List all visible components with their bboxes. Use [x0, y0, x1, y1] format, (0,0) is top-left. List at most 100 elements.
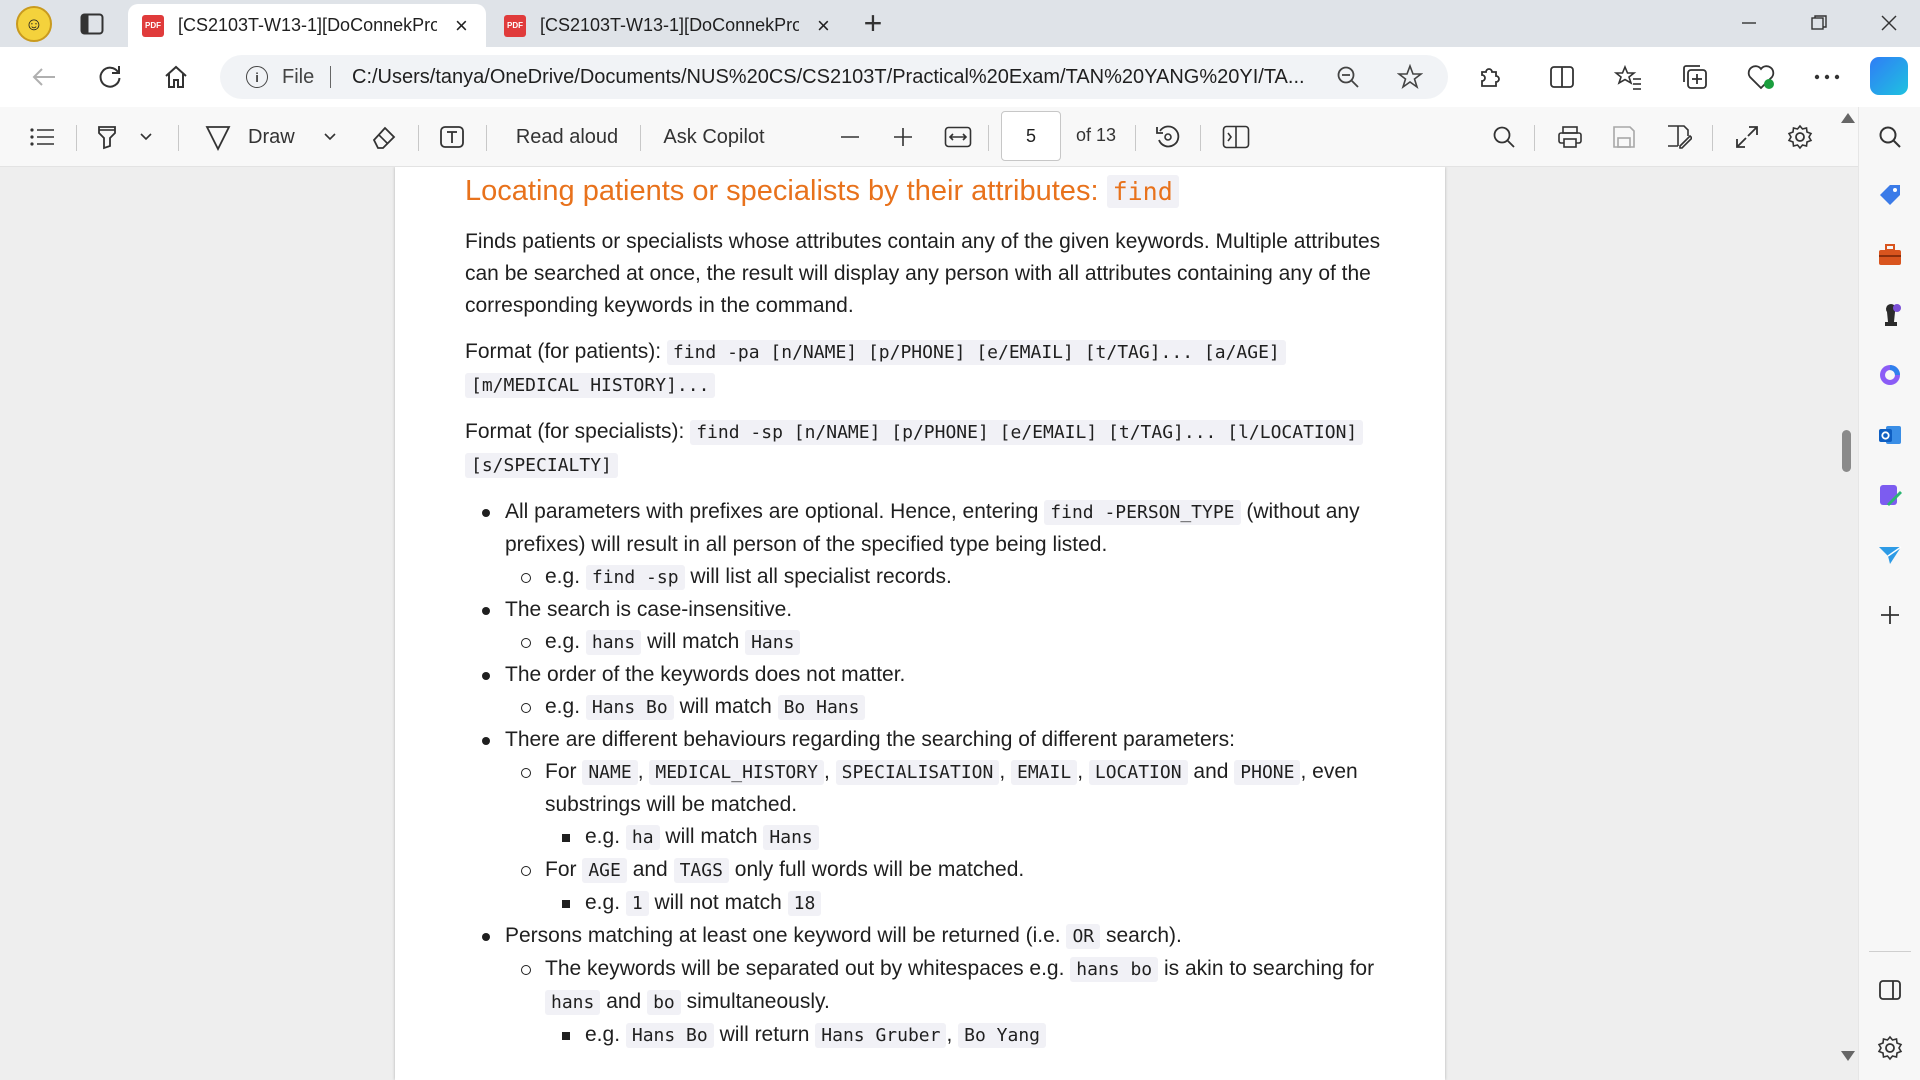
zoom-in-icon[interactable]: [887, 121, 919, 153]
home-button[interactable]: [160, 61, 192, 93]
address-separator: [330, 66, 331, 88]
text: is akin to searching for: [1158, 957, 1375, 980]
separator: [178, 125, 179, 151]
chevron-down-icon[interactable]: [320, 121, 340, 153]
refresh-button[interactable]: [94, 61, 126, 93]
text: will match: [659, 825, 764, 848]
list-item: The search is case-insensitive. e.g. han…: [482, 594, 1385, 659]
extensions-icon[interactable]: [1474, 61, 1506, 93]
favorite-star-icon[interactable]: [1396, 63, 1424, 91]
designer-icon[interactable]: [1874, 479, 1906, 511]
sidebar-settings-icon[interactable]: [1874, 1032, 1906, 1064]
close-tab-icon[interactable]: ×: [813, 13, 834, 39]
add-icon[interactable]: [1874, 599, 1906, 631]
scheme-label: File: [282, 66, 315, 88]
more-options-icon[interactable]: [1811, 61, 1843, 93]
minimize-button[interactable]: [1726, 8, 1772, 38]
close-window-button[interactable]: [1866, 8, 1912, 38]
back-button[interactable]: [28, 61, 60, 93]
ask-copilot-button[interactable]: Ask Copilot: [658, 121, 770, 153]
full-screen-icon[interactable]: [1731, 121, 1763, 153]
games-chess-icon[interactable]: [1874, 299, 1906, 331]
separator: [76, 125, 77, 151]
chevron-down-icon[interactable]: [136, 121, 156, 153]
inline-code: MEDICAL_HISTORY: [649, 760, 824, 785]
format-code: find -sp [n/NAME] [p/PHONE] [e/EMAIL] [t…: [690, 420, 1364, 445]
settings-icon[interactable]: [1784, 121, 1816, 153]
save-as-icon[interactable]: [1663, 121, 1695, 153]
text: Persons matching at least one keyword wi…: [505, 924, 1067, 947]
address-bar[interactable]: i File C:/Users/tanya/OneDrive/Documents…: [220, 55, 1448, 99]
format-specialists: Format (for specialists): find -sp [n/NA…: [465, 416, 1385, 482]
collections-icon[interactable]: [1679, 61, 1711, 93]
info-icon[interactable]: i: [246, 66, 268, 88]
rotate-icon[interactable]: [1152, 121, 1184, 153]
read-aloud-button[interactable]: Read aloud: [508, 121, 626, 153]
text: and: [600, 990, 648, 1013]
tab-actions-icon[interactable]: [78, 11, 106, 37]
text-box-icon[interactable]: [436, 121, 468, 153]
favorites-icon[interactable]: [1612, 61, 1644, 93]
zoom-out-icon[interactable]: [834, 121, 866, 153]
page-content: Locating patients or specialists by thei…: [465, 167, 1385, 1052]
inline-code: ha: [625, 825, 660, 850]
inline-code: Hans: [745, 630, 801, 655]
format-label: Format (for patients):: [465, 340, 667, 363]
inline-code: 1: [625, 891, 649, 916]
print-icon[interactable]: [1554, 121, 1586, 153]
outlook-icon[interactable]: [1874, 419, 1906, 451]
hide-sidebar-icon[interactable]: [1874, 974, 1906, 1006]
sidebar-divider: [1869, 951, 1911, 952]
eraser-icon[interactable]: [368, 121, 400, 153]
close-tab-icon[interactable]: ×: [451, 13, 472, 39]
list-item: For NAME, MEDICAL_HISTORY, SPECIALISATIO…: [521, 756, 1385, 854]
contents-icon[interactable]: [26, 121, 58, 153]
tools-briefcase-icon[interactable]: [1874, 239, 1906, 271]
tab-title: [CS2103T-W13-1][DoConnekPro] (1).pdf: [178, 15, 437, 35]
copilot-icon[interactable]: [1870, 57, 1908, 95]
browser-essentials-icon[interactable]: [1745, 61, 1777, 93]
page-view-icon[interactable]: [1220, 121, 1252, 153]
url-text[interactable]: C:/Users/tanya/OneDrive/Documents/NUS%20…: [352, 66, 1352, 89]
inline-code: find -sp: [585, 565, 685, 590]
text: There are different behaviours regarding…: [505, 728, 1235, 751]
list-item: e.g. find -sp will list all specialist r…: [521, 561, 1385, 594]
tab-pdf-1[interactable]: PDF [CS2103T-W13-1][DoConnekPro] (1).pdf…: [128, 4, 486, 47]
text: For: [545, 858, 583, 881]
send-icon[interactable]: [1874, 539, 1906, 571]
inline-code: 18: [787, 891, 822, 916]
save-icon[interactable]: [1608, 121, 1640, 153]
draw-label: Draw: [248, 125, 295, 148]
text: e.g.: [545, 565, 586, 588]
highlight-icon[interactable]: [92, 121, 122, 153]
new-tab-button[interactable]: +: [857, 7, 889, 40]
text: will match: [673, 695, 778, 718]
split-screen-icon[interactable]: [1546, 61, 1578, 93]
tab-pdf-2[interactable]: PDF [CS2103T-W13-1][DoConnekPro] (2).pdf…: [490, 4, 848, 47]
text: All parameters with prefixes are optiona…: [505, 500, 1045, 523]
inline-code: PHONE: [1234, 760, 1301, 785]
list-item: e.g. Hans Bo will return Hans Gruber, Bo…: [562, 1019, 1385, 1052]
text: will list all specialist records.: [684, 565, 952, 588]
text: simultaneously.: [680, 990, 830, 1013]
profile-avatar[interactable]: ☺: [16, 6, 52, 42]
microsoft-365-icon[interactable]: [1874, 359, 1906, 391]
vertical-scrollbar[interactable]: [1836, 107, 1858, 1080]
fit-width-icon[interactable]: [942, 121, 974, 153]
format-code: [s/SPECIALTY]: [465, 453, 618, 478]
scroll-up-arrow[interactable]: [1841, 113, 1855, 123]
format-patients: Format (for patients): find -pa [n/NAME]…: [465, 336, 1385, 402]
zoom-icon[interactable]: [1334, 63, 1362, 91]
search-icon[interactable]: [1488, 121, 1520, 153]
scroll-down-arrow[interactable]: [1841, 1051, 1855, 1061]
text: e.g.: [585, 1023, 626, 1046]
text: The order of the keywords does not matte…: [505, 663, 906, 686]
restore-button[interactable]: [1796, 8, 1842, 38]
list-item: e.g. ha will match Hans: [562, 821, 1385, 854]
search-icon[interactable]: [1874, 121, 1906, 153]
pdf-viewer[interactable]: Locating patients or specialists by thei…: [0, 167, 1858, 1080]
scroll-thumb[interactable]: [1842, 430, 1851, 472]
page-number-input[interactable]: 5: [1001, 111, 1061, 161]
shopping-tag-icon[interactable]: [1874, 179, 1906, 211]
format-code: find -pa [n/NAME] [p/PHONE] [e/EMAIL] [t…: [666, 340, 1286, 365]
